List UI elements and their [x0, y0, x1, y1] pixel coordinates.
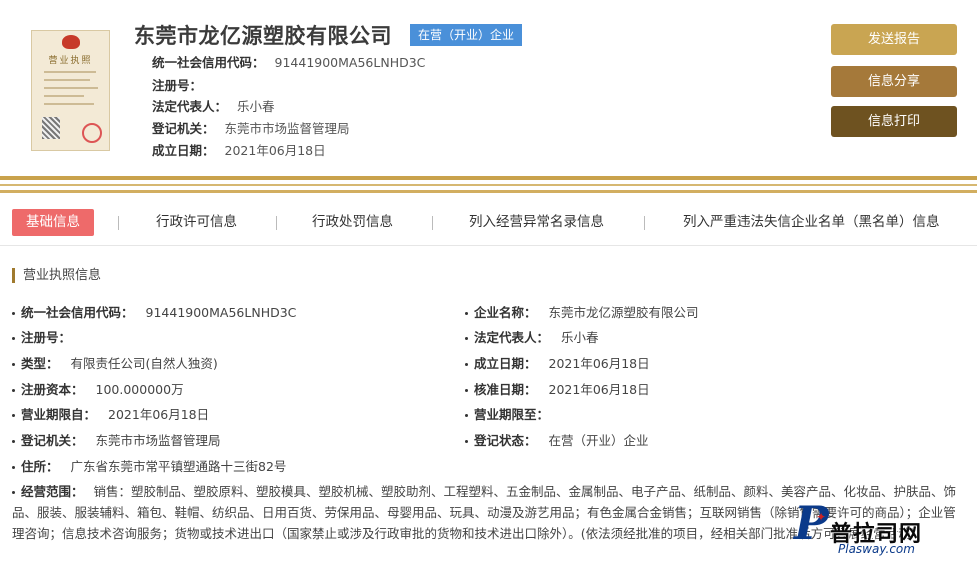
license-text-line	[44, 95, 84, 97]
header-label: 法定代表人：	[152, 99, 228, 114]
bullet-dot	[12, 363, 15, 366]
bullet-dot	[12, 389, 15, 392]
field-value: 东莞市龙亿源塑胶有限公司	[548, 305, 699, 320]
gold-divider	[0, 184, 977, 186]
tab-separator	[118, 216, 119, 230]
field-authority: 登记机关： 东莞市市场监督管理局	[12, 430, 221, 449]
tab-admin-penalty[interactable]: 行政处罚信息	[312, 209, 393, 236]
field-value: 100.000000万	[95, 382, 184, 397]
field-legal-rep: 法定代表人： 乐小春	[465, 327, 599, 346]
info-tabs: 基础信息 行政许可信息 行政处罚信息 列入经营异常名录信息 列入严重违法失信企业…	[0, 205, 977, 241]
header-label: 登记机关：	[152, 121, 215, 136]
field-value: 乐小春	[561, 330, 599, 345]
field-reg-status: 登记状态： 在营（开业）企业	[465, 430, 649, 449]
bullet-dot	[12, 337, 15, 340]
share-info-button[interactable]: 信息分享	[831, 66, 957, 97]
header-value: 91441900MA56LNHD3C	[274, 55, 426, 70]
tabs-underline	[0, 245, 977, 246]
field-credit-code: 统一社会信用代码： 91441900MA56LNHD3C	[12, 302, 296, 321]
field-label: 企业名称：	[474, 305, 537, 320]
field-address: 住所： 广东省东莞市常平镇塑通路十三街82号	[12, 456, 286, 475]
field-label: 登记状态：	[474, 433, 537, 448]
plasway-watermark-logo: P ✦ 普拉司网 Plasway.com	[794, 498, 969, 560]
field-found-date: 成立日期： 2021年06月18日	[465, 353, 650, 372]
tab-basic-info[interactable]: 基础信息	[12, 209, 94, 236]
field-value: 有限责任公司(自然人独资)	[70, 356, 218, 371]
header-reg-number-row: 注册号：	[152, 75, 212, 94]
field-label: 注册资本：	[21, 382, 84, 397]
field-label: 营业期限自：	[21, 407, 97, 422]
watermark-en-text: Plasway.com	[838, 542, 915, 556]
tab-blacklist[interactable]: 列入严重违法失信企业名单（黑名单）信息	[683, 209, 940, 236]
gold-divider	[0, 190, 977, 193]
field-label: 统一社会信用代码：	[21, 305, 134, 320]
business-license-thumbnail[interactable]: 营业执照	[31, 30, 110, 151]
tab-separator	[276, 216, 277, 230]
field-label: 法定代表人：	[474, 330, 550, 345]
bullet-dot	[12, 440, 15, 443]
field-type: 类型： 有限责任公司(自然人独资)	[12, 353, 218, 372]
field-company-name: 企业名称： 东莞市龙亿源塑胶有限公司	[465, 302, 699, 321]
field-approval-date: 核准日期： 2021年06月18日	[465, 379, 650, 398]
company-name-title: 东莞市龙亿源塑胶有限公司	[134, 24, 392, 48]
field-label: 核准日期：	[474, 382, 537, 397]
field-term-to: 营业期限至：	[465, 404, 561, 423]
field-value: 2021年06月18日	[108, 407, 210, 422]
field-value: 2021年06月18日	[548, 382, 650, 397]
official-seal-icon	[82, 123, 102, 143]
field-reg-number: 注册号：	[12, 327, 83, 346]
field-value: 2021年06月18日	[548, 356, 650, 371]
bullet-dot	[12, 312, 15, 315]
header-label: 成立日期：	[152, 143, 215, 158]
gold-divider	[0, 176, 977, 180]
header-label: 统一社会信用代码：	[152, 55, 265, 70]
header-label: 注册号：	[152, 78, 203, 93]
tab-abnormal-list[interactable]: 列入经营异常名录信息	[469, 209, 604, 236]
field-label: 登记机关：	[21, 433, 84, 448]
tab-separator	[644, 216, 645, 230]
license-text-line	[44, 71, 96, 73]
field-label: 注册号：	[21, 330, 72, 345]
scope-label: 经营范围：	[21, 484, 84, 499]
license-text-line	[44, 79, 90, 81]
bullet-dot	[12, 491, 15, 494]
header-found-date-row: 成立日期： 2021年06月18日	[152, 140, 326, 159]
header-value: 乐小春	[237, 99, 275, 114]
header-authority-row: 登记机关： 东莞市市场监督管理局	[152, 118, 350, 137]
field-label: 住所：	[21, 459, 59, 474]
field-label: 营业期限至：	[474, 407, 550, 422]
status-badge: 在营（开业）企业	[410, 24, 523, 46]
bullet-dot	[465, 312, 468, 315]
header-credit-code-row: 统一社会信用代码： 91441900MA56LNHD3C	[152, 52, 425, 71]
license-text-line	[44, 103, 94, 105]
field-label: 成立日期：	[474, 356, 537, 371]
field-value: 广东省东莞市常平镇塑通路十三街82号	[70, 459, 287, 474]
bullet-dot	[465, 440, 468, 443]
license-thumb-title: 营业执照	[48, 56, 93, 66]
field-label: 类型：	[21, 356, 59, 371]
print-info-button[interactable]: 信息打印	[831, 106, 957, 137]
header-legal-rep-row: 法定代表人： 乐小春	[152, 96, 275, 115]
qr-code-icon	[42, 117, 60, 139]
national-emblem-icon	[62, 35, 80, 49]
field-term-from: 营业期限自： 2021年06月18日	[12, 404, 209, 423]
tab-admin-license[interactable]: 行政许可信息	[156, 209, 237, 236]
field-reg-capital: 注册资本： 100.000000万	[12, 379, 184, 398]
tab-separator	[432, 216, 433, 230]
bullet-dot	[465, 389, 468, 392]
star-icon: ✦	[816, 510, 827, 524]
bullet-dot	[465, 414, 468, 417]
field-value: 东莞市市场监督管理局	[95, 433, 221, 448]
field-value: 在营（开业）企业	[548, 433, 649, 448]
bullet-dot	[465, 337, 468, 340]
license-text-line	[44, 87, 98, 89]
section-title: 营业执照信息	[12, 268, 101, 283]
header-value: 2021年06月18日	[224, 143, 326, 158]
bullet-dot	[12, 414, 15, 417]
field-value: 91441900MA56LNHD3C	[145, 305, 297, 320]
bullet-dot	[12, 466, 15, 469]
header-value: 东莞市市场监督管理局	[224, 121, 350, 136]
bullet-dot	[465, 363, 468, 366]
send-report-button[interactable]: 发送报告	[831, 24, 957, 55]
